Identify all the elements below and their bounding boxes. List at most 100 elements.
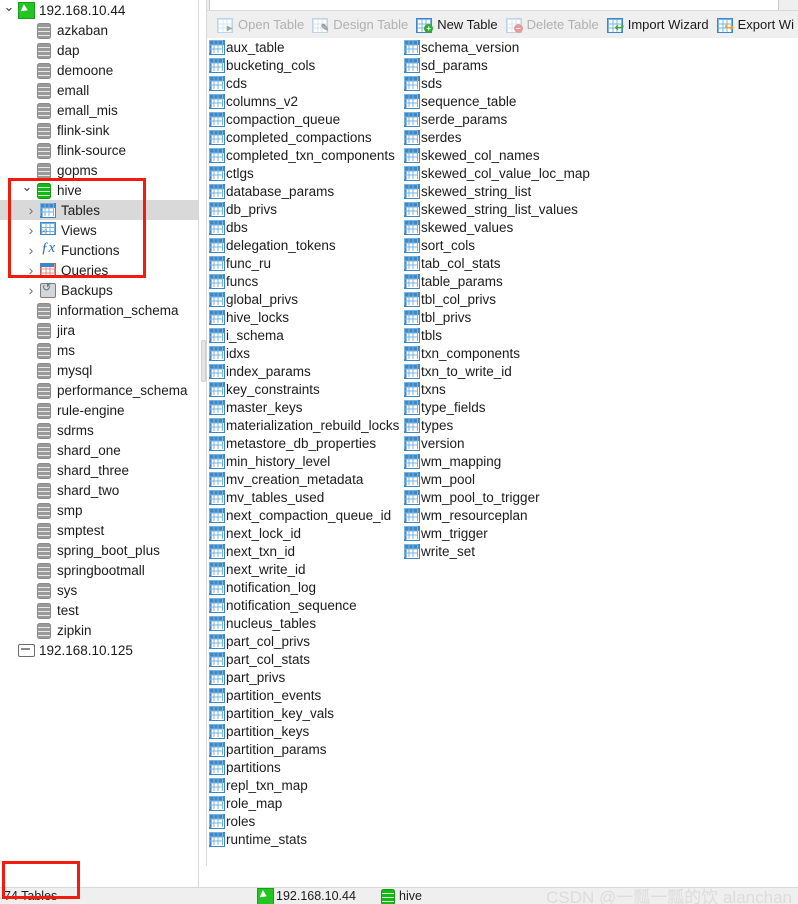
list-item[interactable]: repl_txn_map <box>207 776 399 794</box>
tree-database-performance_schema[interactable]: performance_schema <box>0 380 198 400</box>
tree-database-zipkin[interactable]: zipkin <box>0 620 198 640</box>
chevron-down-icon[interactable] <box>2 3 16 17</box>
list-item[interactable]: txns <box>402 380 590 398</box>
list-item[interactable]: sd_params <box>402 56 590 74</box>
list-item[interactable]: idxs <box>207 344 399 362</box>
list-item[interactable]: skewed_values <box>402 218 590 236</box>
tree-database-test[interactable]: test <box>0 600 198 620</box>
tree-database-hive[interactable]: hive <box>0 180 198 200</box>
list-item[interactable]: delegation_tokens <box>207 236 399 254</box>
list-item[interactable]: next_write_id <box>207 560 399 578</box>
tree-node-tables[interactable]: Tables <box>0 200 198 220</box>
list-item[interactable]: table_params <box>402 272 590 290</box>
list-item[interactable]: global_privs <box>207 290 399 308</box>
list-item[interactable]: database_params <box>207 182 399 200</box>
list-item[interactable]: index_params <box>207 362 399 380</box>
tree-database-gopms[interactable]: gopms <box>0 160 198 180</box>
tree-database-shard_three[interactable]: shard_three <box>0 460 198 480</box>
list-item[interactable]: next_lock_id <box>207 524 399 542</box>
list-item[interactable]: hive_locks <box>207 308 399 326</box>
list-item[interactable]: partition_params <box>207 740 399 758</box>
list-item[interactable]: wm_pool <box>402 470 590 488</box>
list-item[interactable]: completed_compactions <box>207 128 399 146</box>
tree-database-shard_one[interactable]: shard_one <box>0 440 198 460</box>
list-item[interactable]: partition_key_vals <box>207 704 399 722</box>
list-item[interactable]: sds <box>402 74 590 92</box>
list-item[interactable]: cds <box>207 74 399 92</box>
list-item[interactable]: tbl_privs <box>402 308 590 326</box>
list-item[interactable]: wm_mapping <box>402 452 590 470</box>
list-item[interactable]: write_set <box>402 542 590 560</box>
object-toolbar[interactable]: ▸ Open Table ✎ Design Table + New Table − Delet… <box>207 11 798 38</box>
list-item[interactable]: wm_resourceplan <box>402 506 590 524</box>
tree-node-views[interactable]: Views <box>0 220 198 240</box>
list-item[interactable]: nucleus_tables <box>207 614 399 632</box>
tree-database-shard_two[interactable]: shard_two <box>0 480 198 500</box>
table-object-list[interactable]: aux_table bucketing_cols cds columns_v2 comp… <box>207 38 798 866</box>
tree-node-backups[interactable]: Backups <box>0 280 198 300</box>
list-item[interactable]: funcs <box>207 272 399 290</box>
tree-database-dap[interactable]: dap <box>0 40 198 60</box>
list-item[interactable]: serdes <box>402 128 590 146</box>
list-item[interactable]: bucketing_cols <box>207 56 399 74</box>
list-item[interactable]: tbl_col_privs <box>402 290 590 308</box>
list-item[interactable]: txn_to_write_id <box>402 362 590 380</box>
list-item[interactable]: partition_keys <box>207 722 399 740</box>
list-item[interactable]: type_fields <box>402 398 590 416</box>
list-item[interactable]: metastore_db_properties <box>207 434 399 452</box>
list-item[interactable]: i_schema <box>207 326 399 344</box>
list-item[interactable]: version <box>402 434 590 452</box>
list-item[interactable]: wm_pool_to_trigger <box>402 488 590 506</box>
list-item[interactable]: part_col_privs <box>207 632 399 650</box>
chevron-right-icon[interactable] <box>24 243 38 258</box>
tree-database-flink-sink[interactable]: flink-sink <box>0 120 198 140</box>
design-table-button[interactable]: ✎ Design Table <box>308 14 412 36</box>
tree-node-queries[interactable]: Queries <box>0 260 198 280</box>
list-item[interactable]: ctlgs <box>207 164 399 182</box>
list-item[interactable]: db_privs <box>207 200 399 218</box>
list-item[interactable]: tab_col_stats <box>402 254 590 272</box>
tree-database-sdrms[interactable]: sdrms <box>0 420 198 440</box>
list-item[interactable]: types <box>402 416 590 434</box>
list-item[interactable]: part_privs <box>207 668 399 686</box>
tree-database-emall[interactable]: emall <box>0 80 198 100</box>
chevron-right-icon[interactable] <box>24 283 38 298</box>
tree-database-ms[interactable]: ms <box>0 340 198 360</box>
tree-database-rule-engine[interactable]: rule-engine <box>0 400 198 420</box>
chevron-down-icon[interactable] <box>20 183 34 197</box>
chevron-right-icon[interactable] <box>24 223 38 238</box>
list-item[interactable]: master_keys <box>207 398 399 416</box>
panel-splitter[interactable] <box>198 0 207 866</box>
tree-database-sys[interactable]: sys <box>0 580 198 600</box>
list-item[interactable]: sequence_table <box>402 92 590 110</box>
list-item[interactable]: wm_trigger <box>402 524 590 542</box>
list-item[interactable]: tbls <box>402 326 590 344</box>
list-item[interactable]: runtime_stats <box>207 830 399 848</box>
list-item[interactable]: columns_v2 <box>207 92 399 110</box>
list-item[interactable]: min_history_level <box>207 452 399 470</box>
list-item[interactable]: skewed_col_names <box>402 146 590 164</box>
list-item[interactable]: mv_tables_used <box>207 488 399 506</box>
tree-database-spring_boot_plus[interactable]: spring_boot_plus <box>0 540 198 560</box>
tree-connection-192.168.10.44[interactable]: 192.168.10.44 <box>0 0 198 20</box>
list-item[interactable]: dbs <box>207 218 399 236</box>
list-item[interactable]: next_compaction_queue_id <box>207 506 399 524</box>
chevron-right-icon[interactable] <box>24 263 38 278</box>
list-item[interactable]: txn_components <box>402 344 590 362</box>
tree-database-springbootmall[interactable]: springbootmall <box>0 560 198 580</box>
list-item[interactable]: key_constraints <box>207 380 399 398</box>
list-item[interactable]: skewed_string_list <box>402 182 590 200</box>
list-item[interactable]: notification_sequence <box>207 596 399 614</box>
list-item[interactable]: completed_txn_components <box>207 146 399 164</box>
list-item[interactable]: skewed_string_list_values <box>402 200 590 218</box>
list-item[interactable]: partitions <box>207 758 399 776</box>
tree-database-smptest[interactable]: smptest <box>0 520 198 540</box>
list-item[interactable]: aux_table <box>207 38 399 56</box>
list-item[interactable]: compaction_queue <box>207 110 399 128</box>
delete-table-button[interactable]: − Delete Table <box>502 14 603 36</box>
tree-database-emall_mis[interactable]: emall_mis <box>0 100 198 120</box>
list-item[interactable]: materialization_rebuild_locks <box>207 416 399 434</box>
list-item[interactable]: sort_cols <box>402 236 590 254</box>
tree-database-information_schema[interactable]: information_schema <box>0 300 198 320</box>
tree-node-functions[interactable]: Functions <box>0 240 198 260</box>
